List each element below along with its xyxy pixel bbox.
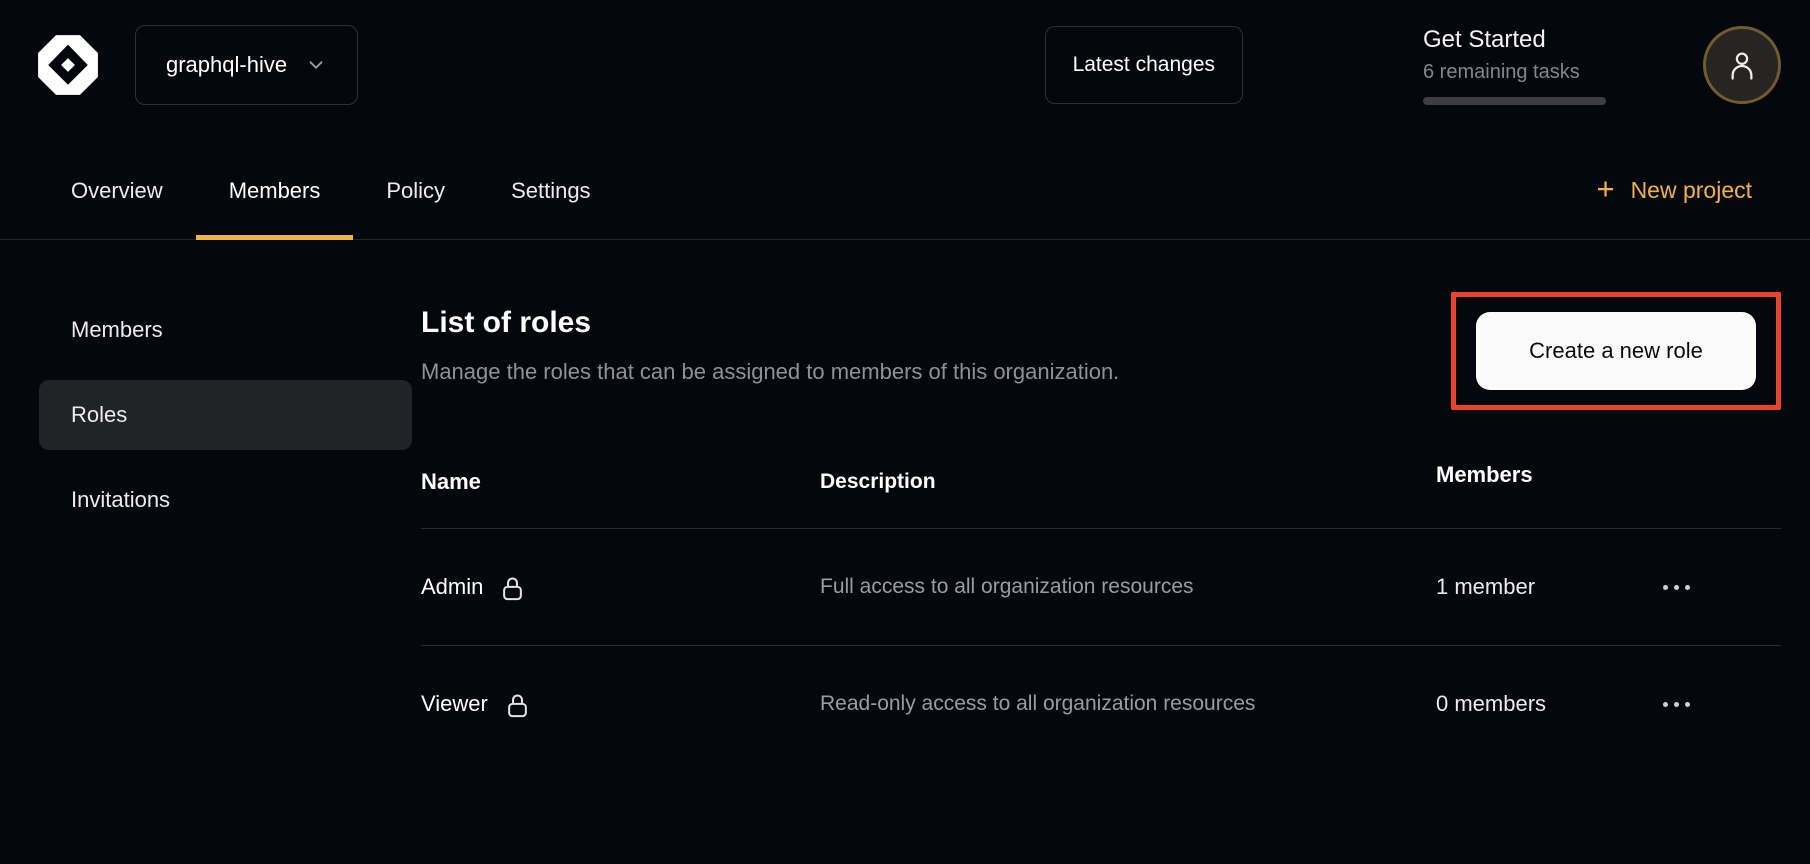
hive-logo-icon <box>35 32 101 98</box>
role-name: Admin <box>421 574 483 600</box>
get-started-progress-bar <box>1423 97 1606 105</box>
chevron-down-icon <box>305 54 327 76</box>
page-subtitle: Manage the roles that can be assigned to… <box>421 357 1119 387</box>
role-description-cell: Full access to all organization resource… <box>820 567 1436 607</box>
roles-table: Name Description Members Admin Full acce… <box>421 462 1781 762</box>
plus-icon: + <box>1596 173 1614 204</box>
roles-header: List of roles Manage the roles that can … <box>421 305 1781 410</box>
lock-icon <box>504 691 531 720</box>
tab-overview[interactable]: Overview <box>38 130 196 239</box>
role-actions-cell <box>1663 689 1742 719</box>
column-header-members: Members <box>1436 462 1663 502</box>
new-project-label: New project <box>1631 177 1752 204</box>
organization-selector[interactable]: graphql-hive <box>135 25 358 105</box>
roles-content: List of roles Manage the roles that can … <box>421 240 1810 762</box>
create-new-role-button[interactable]: Create a new role <box>1476 312 1756 390</box>
role-name: Viewer <box>421 691 488 717</box>
table-row-viewer: Viewer Read-only access to all organizat… <box>421 646 1781 762</box>
tab-settings[interactable]: Settings <box>478 130 624 239</box>
column-header-description: Description <box>820 462 1436 502</box>
get-started-remaining-tasks: 6 remaining tasks <box>1423 61 1607 84</box>
role-members-cell: 0 members <box>1436 691 1663 717</box>
get-started-widget[interactable]: Get Started 6 remaining tasks <box>1423 26 1607 105</box>
organization-name: graphql-hive <box>166 52 287 78</box>
row-menu-button[interactable] <box>1663 572 1742 602</box>
table-row-admin: Admin Full access to all organization re… <box>421 529 1781 646</box>
user-avatar[interactable] <box>1703 26 1781 104</box>
row-menu-button[interactable] <box>1663 689 1742 719</box>
sidebar-item-members[interactable]: Members <box>39 295 412 365</box>
org-tab-bar: Overview Members Policy Settings + New p… <box>0 130 1810 240</box>
role-actions-cell <box>1663 572 1742 602</box>
get-started-title: Get Started <box>1423 26 1607 54</box>
new-project-button[interactable]: + New project <box>1596 130 1752 239</box>
members-page: Members Roles Invitations List of roles … <box>0 240 1810 762</box>
top-bar: graphql-hive Latest changes Get Started … <box>0 0 1810 130</box>
roles-heading-block: List of roles Manage the roles that can … <box>421 305 1119 387</box>
members-sidebar: Members Roles Invitations <box>0 240 421 762</box>
roles-table-header: Name Description Members <box>421 462 1781 529</box>
lock-icon <box>499 574 526 603</box>
role-description-cell: Read-only access to all organization res… <box>820 684 1436 724</box>
sidebar-item-invitations[interactable]: Invitations <box>39 465 412 535</box>
role-members-cell: 1 member <box>1436 574 1663 600</box>
tab-members[interactable]: Members <box>196 130 354 239</box>
role-name-cell: Admin <box>421 573 820 602</box>
column-header-name: Name <box>421 462 820 502</box>
annotation-highlight-box: Create a new role <box>1451 292 1781 410</box>
page-title: List of roles <box>421 305 1119 341</box>
latest-changes-button[interactable]: Latest changes <box>1045 26 1243 104</box>
role-name-cell: Viewer <box>421 690 820 719</box>
tab-policy[interactable]: Policy <box>353 130 478 239</box>
person-icon <box>1725 46 1759 84</box>
column-header-actions <box>1663 462 1742 502</box>
sidebar-item-roles[interactable]: Roles <box>39 380 412 450</box>
